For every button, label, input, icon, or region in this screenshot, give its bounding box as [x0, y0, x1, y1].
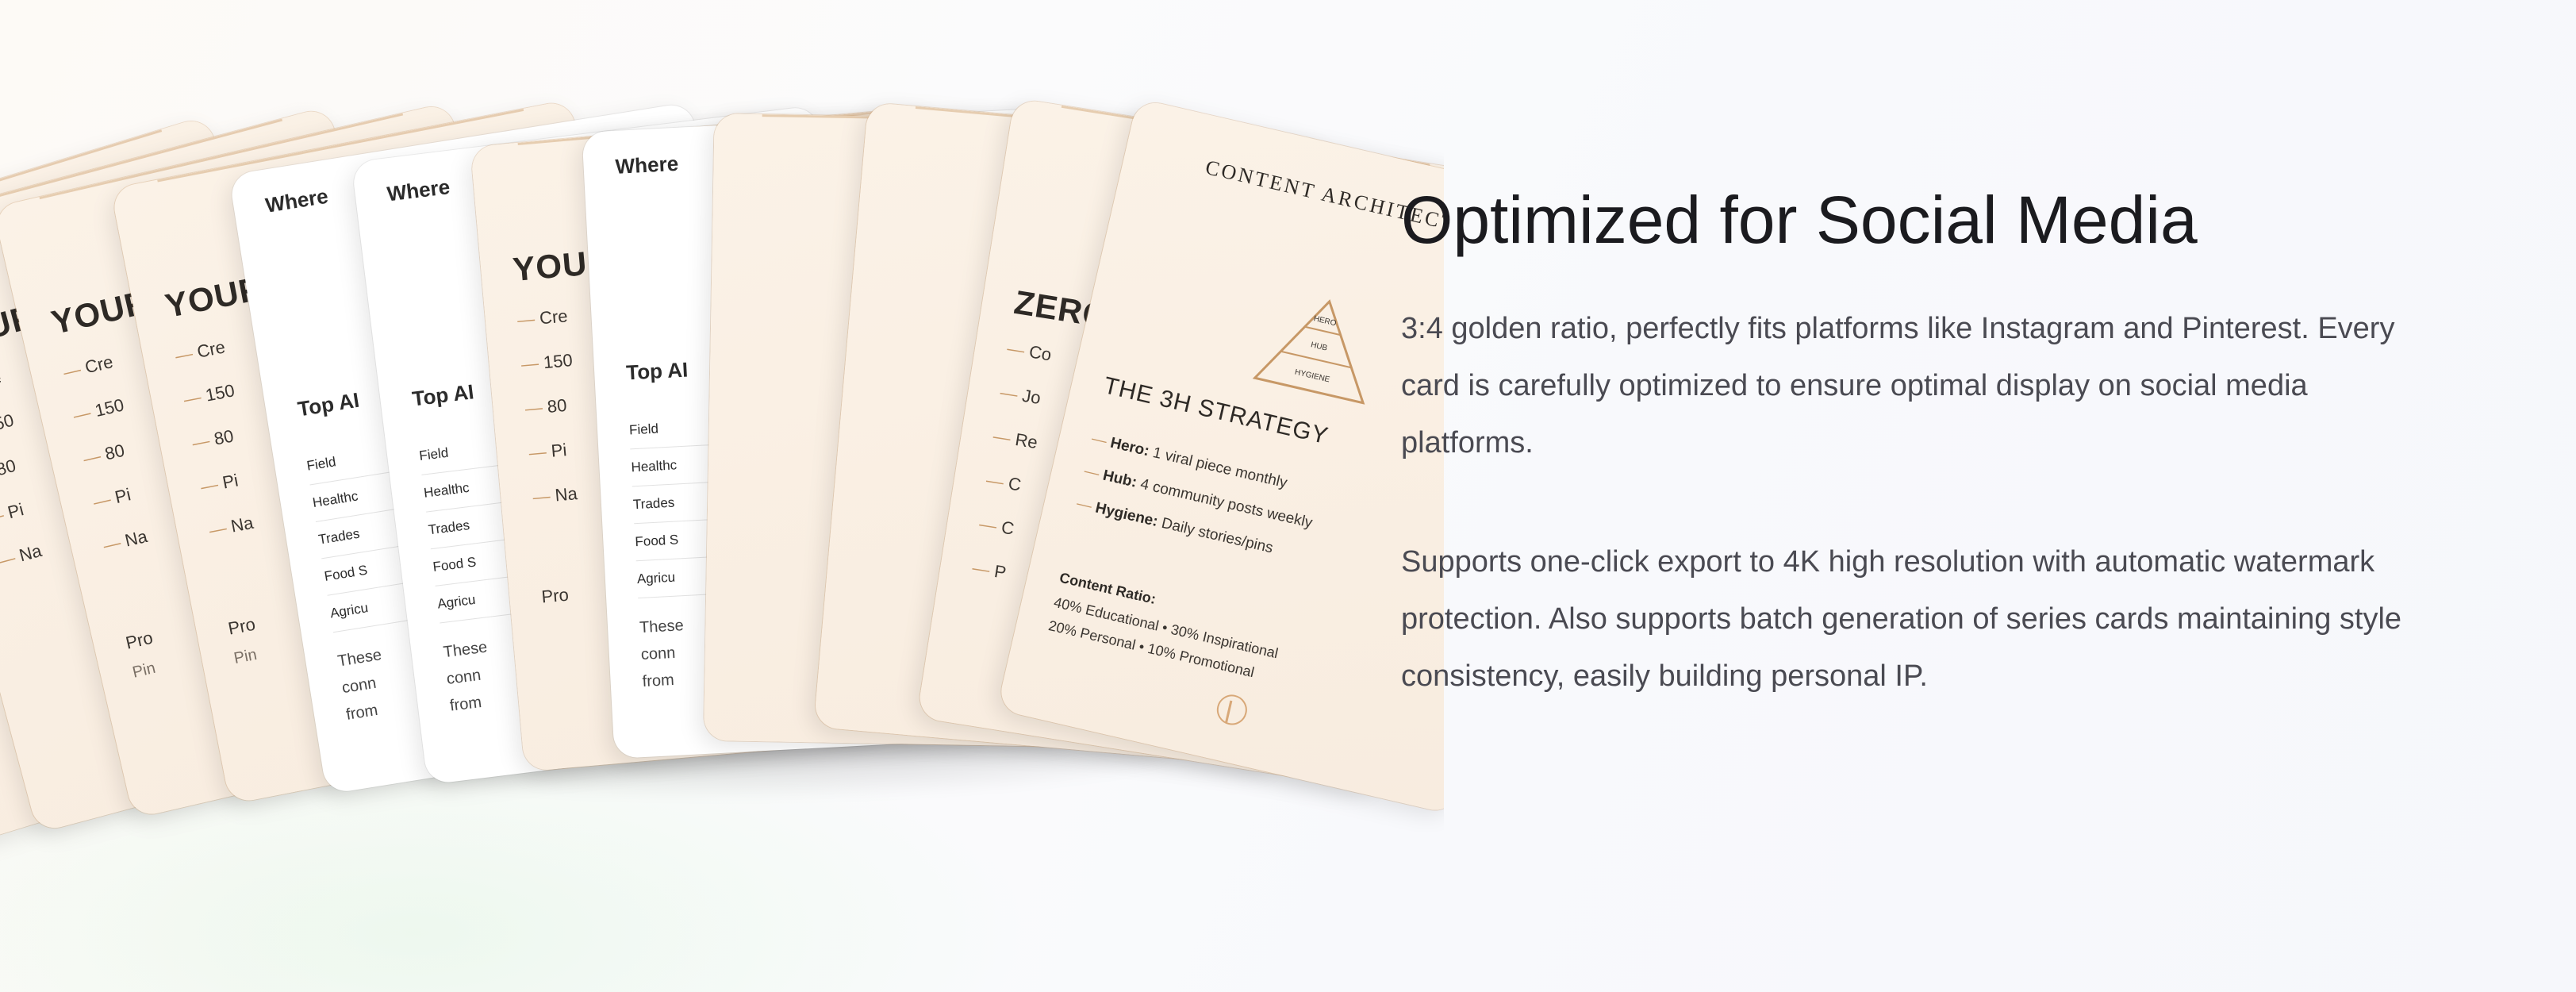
- card-list-item: 150: [182, 380, 236, 410]
- card-list-item: 80: [524, 394, 578, 420]
- card-list-item: 80: [81, 438, 136, 470]
- card-text: These conn from: [639, 612, 687, 695]
- brand-logo-icon: [1214, 691, 1250, 729]
- card-heading: Where: [263, 183, 330, 217]
- card-text: These conn from: [442, 634, 496, 720]
- pyramid-label: HYGIENE: [1294, 368, 1331, 385]
- card-list-item: Na: [0, 539, 51, 572]
- card-list-item: Cre: [61, 352, 116, 383]
- card-list-item: Na: [102, 525, 156, 556]
- strategy-item-label: Hygiene:: [1093, 499, 1160, 531]
- strategy-list: Hero: 1 viral piece monthly Hub: 4 commu…: [1071, 430, 1321, 580]
- card-list: Cre 150 80 Pi Na: [61, 352, 161, 579]
- card-list-item: P: [971, 558, 1019, 585]
- card-paragraph: Pro: [123, 627, 155, 653]
- card-fan-showcase: YOUR YOUR Cre 150 80 Pi Na YOUR Cre 150 …: [0, 0, 1444, 992]
- card-subheading: Top AI: [296, 387, 361, 421]
- card-list: Cre 150 80 Pi Na: [174, 336, 267, 564]
- card-list-item: 80: [0, 453, 28, 486]
- feature-paragraph-export: Supports one-click export to 4K high res…: [1401, 545, 2402, 693]
- card-list-item: Cre: [516, 306, 570, 331]
- card-list-item: 150: [520, 350, 574, 375]
- feature-description: Optimized for Social Media 3:4 golden ra…: [1401, 176, 2424, 705]
- card-text-line: These: [442, 638, 489, 662]
- pyramid-diagram: HERO HUB HYGIENE: [1252, 299, 1365, 405]
- card-heading: Where: [614, 151, 679, 179]
- section-headline: Optimized for Social Media: [1401, 183, 2198, 257]
- feature-paragraph-ratio: 3:4 golden ratio, perfectly fits platfor…: [1401, 312, 2395, 459]
- card-list-item: C: [985, 470, 1032, 497]
- card-subheading: Top AI: [625, 357, 689, 385]
- card-list-item: Pi: [0, 496, 39, 529]
- card-subheading: Top AI: [410, 379, 475, 411]
- card-list-item: Cre: [174, 336, 228, 367]
- card-paragraph: Pro: [226, 613, 257, 639]
- card-list-item: Jo: [999, 382, 1046, 409]
- card-list-item: Pi: [528, 439, 582, 464]
- card-list-item: Na: [532, 483, 585, 508]
- card-text-line: conn: [640, 644, 676, 664]
- card-list-item: Pi: [91, 481, 146, 513]
- card-list-item: 150: [71, 394, 126, 426]
- card-title: CONTENT ARCHITECTURE: [1203, 155, 1444, 247]
- card-paragraph-sub: Pin: [232, 645, 259, 668]
- card-text: These conn from: [336, 641, 392, 728]
- card-list-item: Cre: [0, 367, 5, 400]
- strategy-item-label: Hero:: [1108, 434, 1151, 460]
- strategy-item-label: Hub:: [1101, 467, 1138, 491]
- card-list-item: Co: [1006, 338, 1053, 365]
- card-text-line: from: [448, 693, 483, 715]
- card-list: Cre 150 80 Pi Na: [516, 306, 587, 532]
- card-list-item: 150: [0, 410, 16, 444]
- card-text-line: These: [639, 617, 685, 637]
- card-list-item: Na: [207, 511, 262, 541]
- pyramid-label: HUB: [1310, 340, 1328, 353]
- card-list-item: Pi: [199, 467, 254, 498]
- card-text-line: from: [344, 701, 379, 724]
- card-list-item: Re: [992, 426, 1039, 453]
- strategy-item-text: Daily stories/pins: [1155, 513, 1275, 557]
- card-list-item: 80: [190, 424, 245, 454]
- card-paragraph-sub: Pin: [130, 659, 158, 682]
- card-paragraph: Pro: [540, 584, 570, 607]
- card-heading: Where: [386, 175, 451, 206]
- card-list-item: C: [977, 513, 1025, 540]
- card-text-line: from: [642, 671, 675, 691]
